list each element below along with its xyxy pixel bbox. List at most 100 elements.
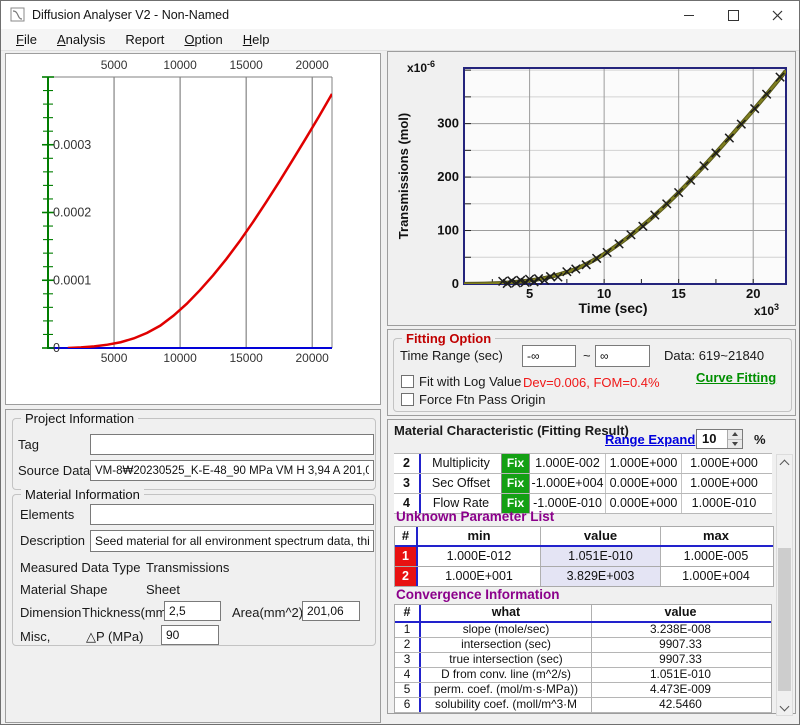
fit-chart-panel: 51015200100200300Time (sec)Transmissions… <box>387 51 796 326</box>
parameter-value: -1.000E+004 <box>530 474 606 493</box>
cv-table-row: 2intersection (sec)9907.33 <box>395 638 771 653</box>
svg-text:20000: 20000 <box>295 351 329 365</box>
elements-label: Elements <box>20 507 74 522</box>
delta-p-input[interactable] <box>161 625 219 645</box>
convergence-information-title: Convergence Information <box>396 587 560 602</box>
fix-button[interactable]: Fix <box>501 474 530 493</box>
minimize-button[interactable] <box>667 1 711 29</box>
maximize-button[interactable] <box>711 1 755 29</box>
upl-table-row: 11.000E-0121.051E-0101.000E-005 <box>395 547 773 567</box>
cell-value: 4.473E-009 <box>592 683 769 697</box>
row-number: 4 <box>395 668 421 682</box>
svg-text:Time (sec): Time (sec) <box>579 300 648 316</box>
fitting-option-title: Fitting Option <box>402 331 495 346</box>
project-information-title: Project Information <box>21 411 138 426</box>
range-expand-value[interactable]: 10 <box>697 430 727 448</box>
area-label: Area(mm^2) <box>232 605 303 620</box>
thickness-input[interactable] <box>164 601 221 621</box>
area-input[interactable] <box>302 601 360 621</box>
data-range-text: Data: 619~21840 <box>664 348 764 363</box>
misc-label: Misc, <box>20 629 50 644</box>
tag-input[interactable] <box>90 434 374 455</box>
spinner-up-button[interactable] <box>728 430 742 440</box>
svg-text:0.0002: 0.0002 <box>53 206 91 220</box>
cell-value: perm. coef. (mol/m·s·MPa)) <box>421 683 592 697</box>
svg-text:5000: 5000 <box>101 351 128 365</box>
overview-chart: 5000500010000100001500015000200002000000… <box>6 54 380 404</box>
dimension-label: Dimension <box>20 605 81 620</box>
svg-text:20: 20 <box>746 286 760 301</box>
cell-value: 1.000E-005 <box>661 547 771 566</box>
parameter-value: 1.000E+000 <box>682 454 766 473</box>
cell-value: true intersection (sec) <box>421 653 592 667</box>
svg-text:15000: 15000 <box>229 58 263 72</box>
spinner-buttons <box>727 430 742 448</box>
fit-log-checkbox[interactable] <box>401 375 414 388</box>
row-number: 6 <box>395 698 421 712</box>
column-header: # <box>395 605 421 621</box>
row-number[interactable]: 1 <box>395 547 418 566</box>
curve-fitting-link[interactable]: Curve Fitting <box>696 370 776 385</box>
row-number[interactable]: 2 <box>395 567 418 586</box>
parameter-value: 1.000E-010 <box>682 494 766 513</box>
cv-table-row: 6solubility coef. (moll/m^3·M42.5460 <box>395 698 771 713</box>
cell-value: 3.238E-008 <box>592 623 769 637</box>
thickness-label: Thickness(mm) <box>82 605 171 620</box>
parameter-value: 1.000E-002 <box>530 454 606 473</box>
fit-chart: 51015200100200300Time (sec)Transmissions… <box>388 52 795 325</box>
menu-file[interactable]: File <box>6 29 47 50</box>
chevron-down-icon <box>780 701 790 711</box>
range-expand-link[interactable]: Range Expand <box>605 432 695 447</box>
svg-text:10000: 10000 <box>163 58 197 72</box>
column-header: # <box>395 527 418 545</box>
parameter-value: 0.000E+000 <box>606 474 682 493</box>
svg-text:100: 100 <box>437 223 459 238</box>
fitting-option-panel: Fitting Option Time Range (sec) ~ Data: … <box>387 329 796 416</box>
source-data-input[interactable] <box>90 460 374 481</box>
menu-analysis[interactable]: Analysis <box>47 29 115 50</box>
cell-value: 1.000E+004 <box>661 567 771 586</box>
scrollbar-thumb[interactable] <box>778 548 791 691</box>
material-information-title: Material Information <box>21 487 144 502</box>
menu-help[interactable]: Help <box>233 29 280 50</box>
force-origin-checkbox[interactable] <box>401 393 414 406</box>
menu-option[interactable]: Option <box>174 29 232 50</box>
force-origin-label: Force Ftn Pass Origin <box>419 392 545 407</box>
svg-text:15000: 15000 <box>229 351 263 365</box>
parameter-value: 1.000E+000 <box>682 474 766 493</box>
fix-button[interactable]: Fix <box>501 454 530 473</box>
minimize-icon <box>684 15 694 16</box>
svg-text:20000: 20000 <box>295 58 329 72</box>
app-icon <box>10 7 26 23</box>
time-range-to-input[interactable] <box>595 345 650 367</box>
information-panel: Project Information Tag Source Data Mate… <box>5 409 381 723</box>
row-number: 2 <box>395 638 421 652</box>
spinner-down-button[interactable] <box>728 440 742 449</box>
svg-text:10000: 10000 <box>163 351 197 365</box>
unknown-parameter-table: #minvaluemax11.000E-0121.051E-0101.000E-… <box>394 526 774 587</box>
convergence-table: #whatvalue1slope (mole/sec)3.238E-0082in… <box>394 604 772 713</box>
cv-table-row: 5perm. coef. (mol/m·s·MPa))4.473E-009 <box>395 683 771 698</box>
cell-value: slope (mole/sec) <box>421 623 592 637</box>
close-icon <box>772 10 783 21</box>
cell-value: 1.051E-010 <box>541 547 661 566</box>
scroll-down-button[interactable] <box>777 700 792 715</box>
column-header: value <box>541 527 661 545</box>
elements-input[interactable] <box>90 504 374 525</box>
scroll-up-button[interactable] <box>777 455 792 470</box>
delta-p-label: △P (MPa) <box>86 629 143 645</box>
description-input[interactable] <box>90 530 374 552</box>
svg-text:300: 300 <box>437 116 459 131</box>
menu-report[interactable]: Report <box>115 29 174 50</box>
row-number: 3 <box>395 653 421 667</box>
mc-table-row: 2MultiplicityFix1.000E-0021.000E+0001.00… <box>394 454 772 474</box>
row-number: 5 <box>395 683 421 697</box>
time-range-from-input[interactable] <box>522 345 576 367</box>
y-axis-multiplier: x10-6 <box>407 59 435 75</box>
fit-deviation-text: Dev=0.006, FOM=0.4% <box>523 375 660 390</box>
column-header: max <box>661 527 771 545</box>
results-scrollbar[interactable] <box>776 454 793 716</box>
cell-value: intersection (sec) <box>421 638 592 652</box>
close-button[interactable] <box>755 1 799 29</box>
cell-value: 42.5460 <box>592 698 769 712</box>
